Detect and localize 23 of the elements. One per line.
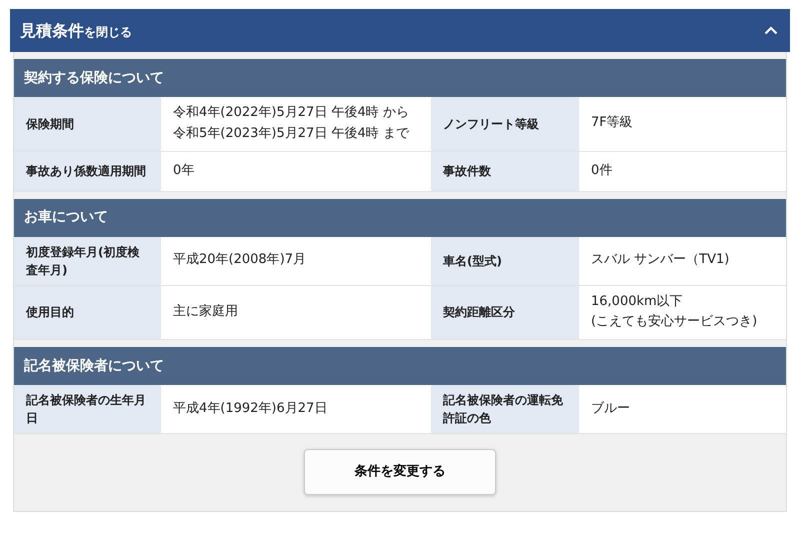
change-conditions-button[interactable]: 条件を変更する	[304, 449, 496, 496]
field-value: 7F等級	[579, 97, 786, 152]
field-label: 保険期間	[14, 97, 161, 152]
field-label: 記名被保険者の生年月日	[14, 385, 161, 434]
panel-title: 見積条件	[20, 20, 84, 40]
field-label: 事故あり係数適用期間	[14, 152, 161, 192]
chevron-up-icon	[764, 26, 778, 35]
field-value: 0件	[579, 152, 786, 192]
collapse-header[interactable]: 見積条件を閉じる	[10, 9, 790, 52]
section-header: 契約する保険について	[14, 59, 786, 97]
field-label: 初度登録年月(初度検査年月)	[14, 236, 161, 286]
field-label: 記名被保険者の運転免許証の色	[431, 385, 579, 434]
section-header: 記名被保険者について	[14, 347, 786, 386]
panel-title-suffix: を閉じる	[84, 24, 132, 38]
field-label: 使用目的	[14, 286, 161, 340]
field-label: ノンフリート等級	[431, 97, 579, 152]
field-value: 16,000km以下 (こえても安心サービスつき)	[579, 286, 786, 340]
field-value: ブルー	[579, 385, 786, 434]
section-header: お車について	[14, 198, 786, 237]
field-value: スバル サンバー（TV1)	[579, 236, 786, 286]
field-label: 車名(型式)	[431, 236, 579, 286]
field-label: 事故件数	[431, 152, 579, 192]
field-label: 契約距離区分	[431, 286, 579, 340]
